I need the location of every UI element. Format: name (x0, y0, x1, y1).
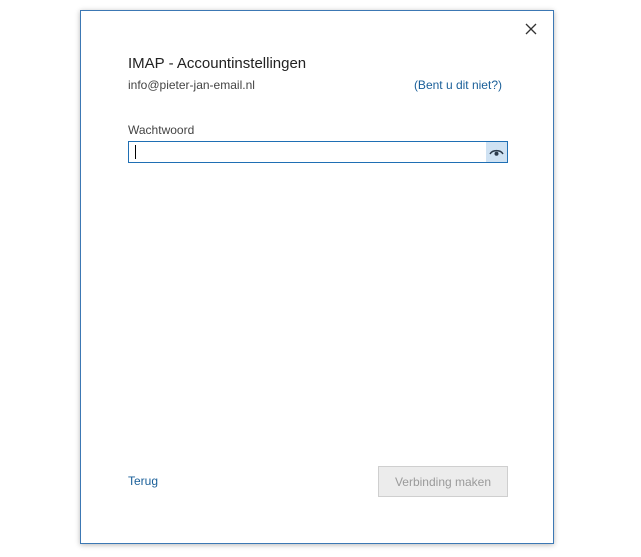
dialog-title: IMAP - Accountinstellingen (128, 55, 307, 72)
password-label: Wachtwoord (128, 123, 195, 137)
eye-icon (489, 149, 504, 156)
reveal-password-button[interactable] (486, 142, 507, 162)
close-button[interactable] (521, 19, 541, 39)
password-input[interactable] (129, 142, 486, 162)
not-you-link[interactable]: (Bent u dit niet?) (414, 78, 502, 92)
back-link[interactable]: Terug (128, 474, 158, 488)
password-field (128, 141, 508, 163)
text-caret (135, 145, 136, 159)
connect-button[interactable]: Verbinding maken (378, 466, 508, 497)
imap-account-settings-dialog: IMAP - Accountinstellingen info@pieter-j… (80, 10, 554, 544)
close-icon (525, 23, 537, 35)
account-email: info@pieter-jan-email.nl (128, 78, 255, 92)
